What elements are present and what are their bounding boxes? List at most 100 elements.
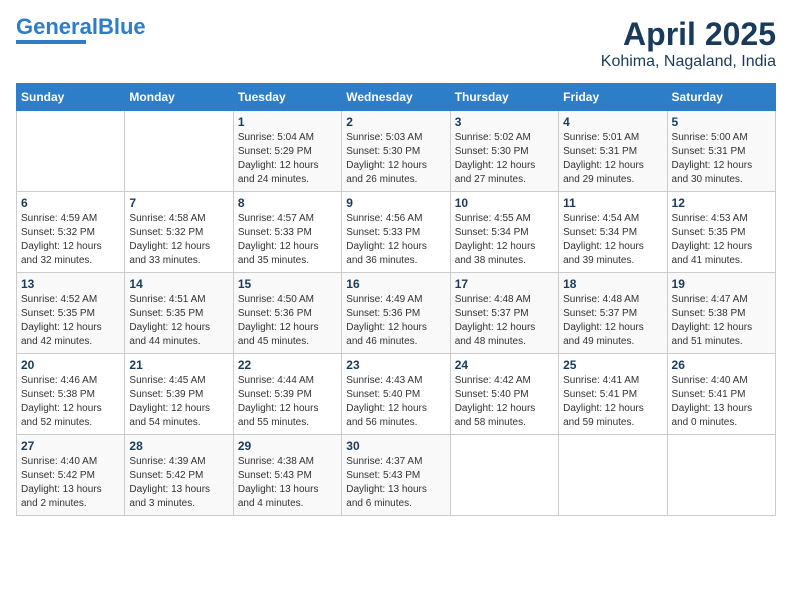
day-cell: 4 Sunrise: 5:01 AMSunset: 5:31 PMDaylight… — [559, 111, 667, 192]
day-number: 3 — [455, 115, 554, 129]
day-info: Sunrise: 5:04 AMSunset: 5:29 PMDaylight:… — [238, 131, 337, 187]
day-cell: 13Sunrise: 4:52 AMSunset: 5:35 PMDayligh… — [17, 273, 125, 354]
day-number: 22 — [238, 358, 337, 372]
day-info: Sunrise: 4:55 AMSunset: 5:34 PMDaylight:… — [455, 212, 554, 268]
header-monday: Monday — [125, 84, 233, 111]
page-title: April 2025 — [601, 16, 776, 53]
day-info: Sunrise: 4:41 AMSunset: 5:41 PMDaylight:… — [563, 374, 662, 430]
day-cell: 3 Sunrise: 5:02 AMSunset: 5:30 PMDaylight… — [450, 111, 558, 192]
day-number: 29 — [238, 439, 337, 453]
day-info: Sunrise: 4:52 AMSunset: 5:35 PMDaylight:… — [21, 293, 120, 349]
day-number: 18 — [563, 277, 662, 291]
day-cell: 28Sunrise: 4:39 AMSunset: 5:42 PMDayligh… — [125, 435, 233, 516]
day-number: 10 — [455, 196, 554, 210]
day-number: 11 — [563, 196, 662, 210]
day-cell: 8 Sunrise: 4:57 AMSunset: 5:33 PMDaylight… — [233, 192, 341, 273]
week-row-2: 13Sunrise: 4:52 AMSunset: 5:35 PMDayligh… — [17, 273, 776, 354]
day-cell: 12 Sunrise: 4:53 AMSunset: 5:35 PMDayligh… — [667, 192, 775, 273]
day-info: Sunrise: 4:48 AMSunset: 5:37 PMDaylight:… — [455, 293, 554, 349]
day-number: 16 — [346, 277, 445, 291]
week-row-3: 20Sunrise: 4:46 AMSunset: 5:38 PMDayligh… — [17, 354, 776, 435]
header-wednesday: Wednesday — [342, 84, 450, 111]
day-cell: 24 Sunrise: 4:42 AMSunset: 5:40 PMDayligh… — [450, 354, 558, 435]
day-cell: 25 Sunrise: 4:41 AMSunset: 5:41 PMDayligh… — [559, 354, 667, 435]
day-info: Sunrise: 4:49 AMSunset: 5:36 PMDaylight:… — [346, 293, 445, 349]
header-sunday: Sunday — [17, 84, 125, 111]
day-number: 27 — [21, 439, 120, 453]
day-info: Sunrise: 4:37 AMSunset: 5:43 PMDaylight:… — [346, 455, 445, 511]
day-number: 6 — [21, 196, 120, 210]
day-cell: 15 Sunrise: 4:50 AMSunset: 5:36 PMDayligh… — [233, 273, 341, 354]
day-number: 4 — [563, 115, 662, 129]
day-info: Sunrise: 4:43 AMSunset: 5:40 PMDaylight:… — [346, 374, 445, 430]
day-info: Sunrise: 4:51 AMSunset: 5:35 PMDaylight:… — [129, 293, 228, 349]
header-tuesday: Tuesday — [233, 84, 341, 111]
day-cell: 23 Sunrise: 4:43 AMSunset: 5:40 PMDayligh… — [342, 354, 450, 435]
day-info: Sunrise: 5:02 AMSunset: 5:30 PMDaylight:… — [455, 131, 554, 187]
day-cell: 9 Sunrise: 4:56 AMSunset: 5:33 PMDaylight… — [342, 192, 450, 273]
page-header: GeneralBlue April 2025 Kohima, Nagaland,… — [16, 16, 776, 71]
day-info: Sunrise: 4:38 AMSunset: 5:43 PMDaylight:… — [238, 455, 337, 511]
day-number: 23 — [346, 358, 445, 372]
day-info: Sunrise: 4:42 AMSunset: 5:40 PMDaylight:… — [455, 374, 554, 430]
day-number: 1 — [238, 115, 337, 129]
day-number: 20 — [21, 358, 120, 372]
day-info: Sunrise: 4:40 AMSunset: 5:41 PMDaylight:… — [672, 374, 771, 430]
day-number: 12 — [672, 196, 771, 210]
day-info: Sunrise: 4:56 AMSunset: 5:33 PMDaylight:… — [346, 212, 445, 268]
day-cell: 11 Sunrise: 4:54 AMSunset: 5:34 PMDayligh… — [559, 192, 667, 273]
day-number: 15 — [238, 277, 337, 291]
day-info: Sunrise: 4:59 AMSunset: 5:32 PMDaylight:… — [21, 212, 120, 268]
day-number: 7 — [129, 196, 228, 210]
day-info: Sunrise: 4:48 AMSunset: 5:37 PMDaylight:… — [563, 293, 662, 349]
header-thursday: Thursday — [450, 84, 558, 111]
day-cell: 19 Sunrise: 4:47 AMSunset: 5:38 PMDayligh… — [667, 273, 775, 354]
day-number: 2 — [346, 115, 445, 129]
day-cell — [667, 435, 775, 516]
day-cell: 1 Sunrise: 5:04 AMSunset: 5:29 PMDaylight… — [233, 111, 341, 192]
day-cell: 20Sunrise: 4:46 AMSunset: 5:38 PMDayligh… — [17, 354, 125, 435]
day-cell: 7 Sunrise: 4:58 AMSunset: 5:32 PMDaylight… — [125, 192, 233, 273]
week-row-0: 1 Sunrise: 5:04 AMSunset: 5:29 PMDaylight… — [17, 111, 776, 192]
day-cell: 21 Sunrise: 4:45 AMSunset: 5:39 PMDayligh… — [125, 354, 233, 435]
day-info: Sunrise: 5:03 AMSunset: 5:30 PMDaylight:… — [346, 131, 445, 187]
day-info: Sunrise: 5:01 AMSunset: 5:31 PMDaylight:… — [563, 131, 662, 187]
day-number: 5 — [672, 115, 771, 129]
page-subtitle: Kohima, Nagaland, India — [601, 53, 776, 71]
title-block: April 2025 Kohima, Nagaland, India — [601, 16, 776, 71]
day-number: 17 — [455, 277, 554, 291]
day-cell: 10 Sunrise: 4:55 AMSunset: 5:34 PMDayligh… — [450, 192, 558, 273]
day-number: 21 — [129, 358, 228, 372]
day-info: Sunrise: 4:45 AMSunset: 5:39 PMDaylight:… — [129, 374, 228, 430]
day-info: Sunrise: 4:58 AMSunset: 5:32 PMDaylight:… — [129, 212, 228, 268]
day-number: 26 — [672, 358, 771, 372]
day-cell: 30Sunrise: 4:37 AMSunset: 5:43 PMDayligh… — [342, 435, 450, 516]
day-info: Sunrise: 4:54 AMSunset: 5:34 PMDaylight:… — [563, 212, 662, 268]
day-info: Sunrise: 4:44 AMSunset: 5:39 PMDaylight:… — [238, 374, 337, 430]
day-info: Sunrise: 4:53 AMSunset: 5:35 PMDaylight:… — [672, 212, 771, 268]
week-row-1: 6 Sunrise: 4:59 AMSunset: 5:32 PMDaylight… — [17, 192, 776, 273]
day-number: 24 — [455, 358, 554, 372]
day-cell: 29 Sunrise: 4:38 AMSunset: 5:43 PMDayligh… — [233, 435, 341, 516]
header-saturday: Saturday — [667, 84, 775, 111]
logo-blue: Blue — [98, 14, 146, 39]
day-cell: 18 Sunrise: 4:48 AMSunset: 5:37 PMDayligh… — [559, 273, 667, 354]
day-info: Sunrise: 4:50 AMSunset: 5:36 PMDaylight:… — [238, 293, 337, 349]
week-row-4: 27Sunrise: 4:40 AMSunset: 5:42 PMDayligh… — [17, 435, 776, 516]
day-number: 19 — [672, 277, 771, 291]
day-info: Sunrise: 4:47 AMSunset: 5:38 PMDaylight:… — [672, 293, 771, 349]
logo-general: General — [16, 14, 98, 39]
logo-bar — [16, 40, 86, 44]
day-cell: 26 Sunrise: 4:40 AMSunset: 5:41 PMDayligh… — [667, 354, 775, 435]
day-number: 8 — [238, 196, 337, 210]
day-info: Sunrise: 4:57 AMSunset: 5:33 PMDaylight:… — [238, 212, 337, 268]
day-info: Sunrise: 5:00 AMSunset: 5:31 PMDaylight:… — [672, 131, 771, 187]
day-number: 9 — [346, 196, 445, 210]
day-number: 25 — [563, 358, 662, 372]
calendar-table: SundayMondayTuesdayWednesdayThursdayFrid… — [16, 83, 776, 516]
day-cell: 14Sunrise: 4:51 AMSunset: 5:35 PMDayligh… — [125, 273, 233, 354]
day-cell: 5 Sunrise: 5:00 AMSunset: 5:31 PMDaylight… — [667, 111, 775, 192]
day-cell — [17, 111, 125, 192]
day-cell — [559, 435, 667, 516]
day-info: Sunrise: 4:39 AMSunset: 5:42 PMDaylight:… — [129, 455, 228, 511]
